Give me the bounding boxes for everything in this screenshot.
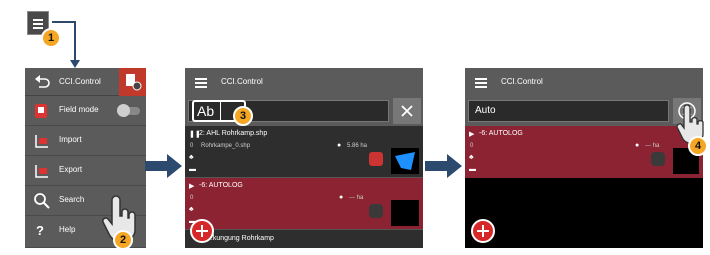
tractor-icon: ♣ bbox=[469, 154, 474, 161]
search-input-value: Auto bbox=[475, 105, 496, 116]
panel-header: CCI.Control bbox=[185, 68, 423, 96]
field-zero: 0 bbox=[190, 143, 194, 149]
import-icon bbox=[35, 135, 48, 148]
menu-item-field-mode[interactable]: Field mode bbox=[25, 96, 146, 126]
export-icon bbox=[35, 165, 48, 178]
field-area: --- ha bbox=[645, 143, 660, 149]
field-map-thumbnail bbox=[391, 200, 419, 226]
callout-3: 3 bbox=[233, 106, 253, 126]
field-zero: 0 bbox=[470, 143, 474, 149]
search-icon bbox=[34, 193, 50, 209]
menu-item-export[interactable]: Export bbox=[25, 156, 146, 186]
field-mode-icon bbox=[35, 104, 47, 118]
drop-icon: ● bbox=[337, 142, 342, 149]
field-name: ...kungung Rohrkamp bbox=[207, 235, 274, 242]
search-input[interactable]: Ab bbox=[188, 100, 389, 122]
clear-search-button[interactable] bbox=[393, 98, 421, 124]
field-mode-toggle[interactable] bbox=[117, 104, 140, 117]
step-connector-arrow bbox=[52, 21, 80, 68]
settings-icon bbox=[126, 74, 142, 91]
drop-icon: ● bbox=[339, 194, 344, 201]
field-symbol bbox=[369, 152, 383, 166]
plus-icon bbox=[196, 225, 208, 237]
callout-4: 4 bbox=[688, 136, 708, 156]
field-symbol bbox=[369, 204, 383, 218]
panel-header: CCI.Control bbox=[465, 68, 703, 96]
add-button[interactable] bbox=[190, 219, 214, 243]
search-bar: Ab bbox=[185, 96, 423, 126]
add-button[interactable] bbox=[471, 219, 495, 243]
menu-item-label: Search bbox=[59, 195, 85, 204]
callout-2: 2 bbox=[113, 230, 133, 250]
field-area: --- ha bbox=[349, 195, 364, 201]
menu-item-label: Field mode bbox=[59, 105, 99, 114]
menu-title: CCI.Control bbox=[59, 77, 101, 86]
field-row[interactable]: ...kungung Rohrkamp bbox=[185, 230, 423, 248]
plus-icon bbox=[477, 225, 489, 237]
field-map-thumbnail bbox=[391, 148, 419, 174]
field-row-selected[interactable]: ▶ -6: AUTOLOG 0 ● --- ha ♣ ▬ bbox=[465, 126, 703, 178]
search-input[interactable]: Auto bbox=[468, 100, 669, 122]
field-area: 5.86 ha bbox=[347, 143, 368, 149]
hamburger-icon[interactable] bbox=[191, 73, 211, 93]
document-icon: ▬ bbox=[469, 166, 476, 173]
flow-arrow-2 bbox=[425, 154, 462, 178]
tractor-icon: ♣ bbox=[189, 206, 194, 213]
search-panel-result: CCI.Control Auto ▶ -6: AUTOLOG 0 ● --- h… bbox=[465, 68, 703, 248]
panel-title: CCI.Control bbox=[221, 77, 263, 86]
field-zero: 0 bbox=[190, 195, 194, 201]
drop-icon: ● bbox=[635, 142, 640, 149]
close-icon bbox=[401, 105, 413, 117]
hamburger-icon[interactable] bbox=[471, 73, 491, 93]
app-settings-button[interactable] bbox=[119, 68, 146, 96]
search-panel-typing: CCI.Control Ab 3 ❚❚ 2: AHL Rohrkamp.shp … bbox=[185, 68, 423, 248]
field-row-selected[interactable]: ▶ -6: AUTOLOG 0 ● --- ha ♣ ▬ bbox=[185, 178, 423, 230]
field-name: 2: AHL Rohrkamp.shp bbox=[199, 130, 268, 137]
search-bar: Auto bbox=[465, 96, 703, 126]
document-icon: ▬ bbox=[189, 166, 196, 173]
tractor-icon: ♣ bbox=[189, 154, 194, 161]
panel-title: CCI.Control bbox=[501, 77, 543, 86]
field-detail: Rohrkampe_0.shp bbox=[201, 143, 251, 149]
field-row[interactable]: ❚❚ 2: AHL Rohrkamp.shp 0 Rohrkampe_0.shp… bbox=[185, 126, 423, 178]
field-name: -6: AUTOLOG bbox=[199, 182, 243, 189]
menu-item-label: Export bbox=[59, 165, 83, 174]
expand-icon: ▶ bbox=[189, 183, 195, 190]
back-icon[interactable] bbox=[32, 73, 52, 93]
field-symbol bbox=[651, 152, 665, 166]
menu-item-label: Import bbox=[59, 135, 82, 144]
field-name: -6: AUTOLOG bbox=[479, 130, 523, 137]
page: { "menu_button_icon": "hamburger-icon", … bbox=[0, 0, 710, 255]
help-icon: ? bbox=[36, 223, 44, 238]
menu-item-import[interactable]: Import bbox=[25, 126, 146, 156]
menu-header: CCI.Control bbox=[25, 68, 146, 96]
expand-icon: ▶ bbox=[469, 131, 475, 138]
flow-arrow-1 bbox=[145, 154, 182, 178]
menu-item-label: Help bbox=[59, 225, 76, 234]
